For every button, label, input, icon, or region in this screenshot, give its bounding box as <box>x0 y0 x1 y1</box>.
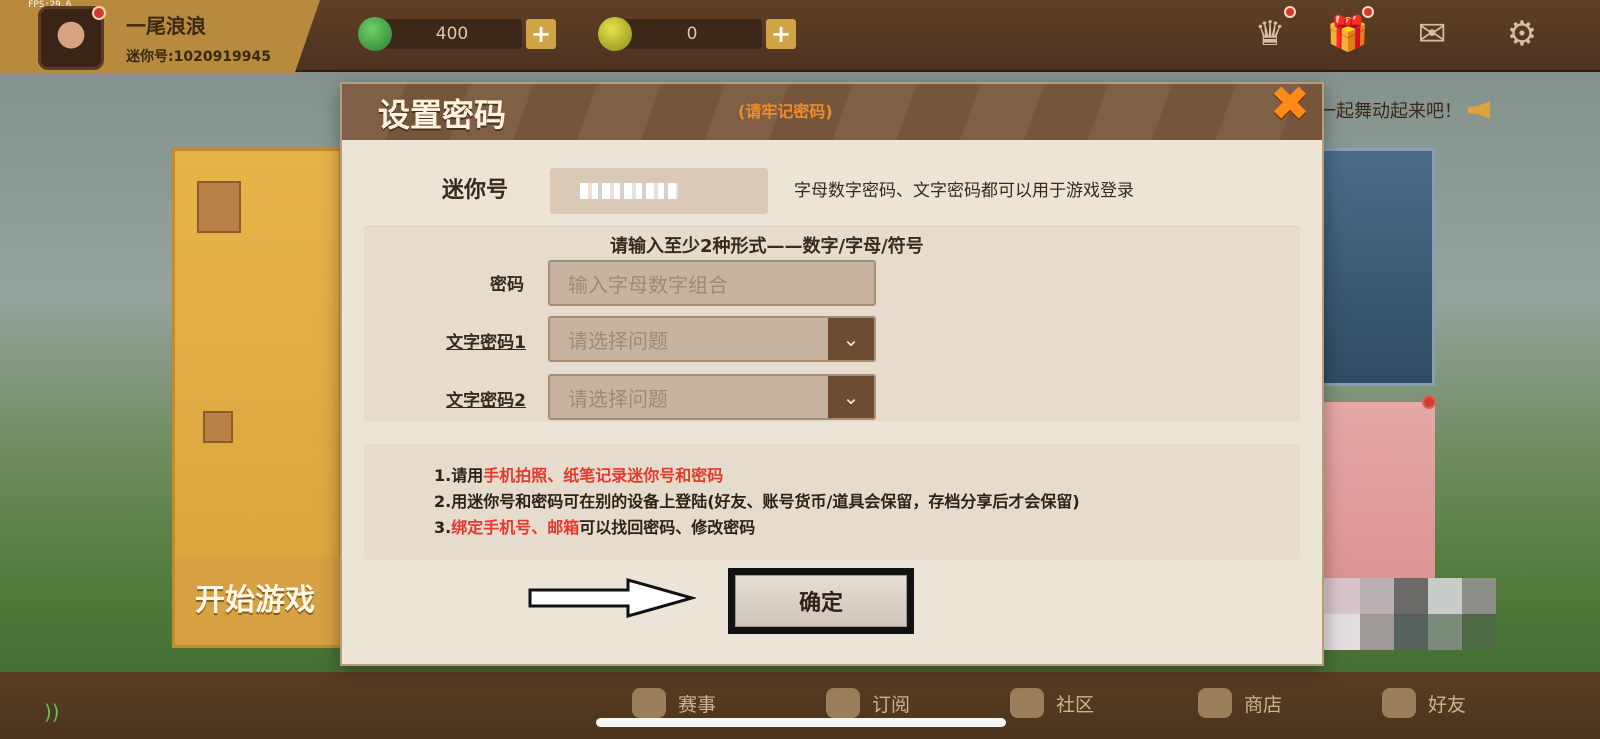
home-indicator[interactable] <box>596 718 1006 727</box>
chevron-down-icon[interactable]: ⌄ <box>828 376 874 418</box>
note-highlight: 绑定手机号、邮箱 <box>451 518 580 537</box>
note-3: 3.绑定手机号、邮箱可以找回密码、修改密码 <box>434 514 755 538</box>
nav-subscribe[interactable]: 订阅 <box>826 688 910 718</box>
announcement-marquee: 色一起舞动起来吧！ <box>1300 96 1490 124</box>
nav-community[interactable]: 社区 <box>1010 688 1094 718</box>
nav-friends[interactable]: 好友 <box>1382 688 1466 718</box>
select-value: 请选择问题 <box>568 328 668 353</box>
password-instruction: 请输入至少2种形式——数字/字母/符号 <box>610 236 924 257</box>
dialog-hint: (请牢记密码) <box>738 102 833 121</box>
crown-icon[interactable]: ♛ <box>1248 6 1296 56</box>
nav-label: 商店 <box>1244 693 1283 716</box>
star-icon <box>826 688 860 718</box>
note-1: 1.请用手机拍照、纸笔记录迷你号和密码 <box>434 462 723 486</box>
megaphone-icon <box>1468 101 1490 119</box>
gold-coin-icon <box>598 17 632 51</box>
note-text: 2.用迷你号和密码可在别的设备上登陆(好友、账号货币/道具会保留，存档分享后才会… <box>434 492 1080 511</box>
mini-id-field <box>550 168 768 214</box>
trophy-icon <box>632 688 666 718</box>
start-game-card[interactable]: 开始游戏 <box>172 148 345 648</box>
add-coins-button[interactable]: + <box>766 19 796 49</box>
set-password-dialog: 设置密码 (请牢记密码) ✖ 迷你号 字母数字密码、文字密码都可以用于游戏登录 … <box>340 76 1324 666</box>
text-password-1-select[interactable]: 请选择问题 ⌄ <box>548 316 876 362</box>
cart-icon <box>1198 688 1232 718</box>
community-icon <box>1010 688 1044 718</box>
block-decoration <box>197 181 241 233</box>
note-2: 2.用迷你号和密码可在别的设备上登陆(好友、账号货币/道具会保留，存档分享后才会… <box>434 488 1080 512</box>
password-input[interactable]: 输入字母数字组合 <box>548 260 876 306</box>
confirm-button[interactable]: 确定 <box>735 575 907 627</box>
masked-mini-id <box>580 183 678 199</box>
mail-icon[interactable]: ✉ <box>1410 12 1454 56</box>
coin-currency: 0 + <box>598 16 796 52</box>
select-value: 请选择问题 <box>568 386 668 411</box>
notification-dot <box>92 6 106 20</box>
gem-currency: 400 + <box>358 16 556 52</box>
confirm-button-frame: 确定 <box>728 568 914 634</box>
arrow-right-icon <box>528 578 696 618</box>
mini-id-note: 字母数字密码、文字密码都可以用于游戏登录 <box>794 181 1134 201</box>
note-text: 3. <box>434 518 452 537</box>
nav-label: 赛事 <box>678 693 717 716</box>
notification-dot <box>1362 6 1374 18</box>
nav-events[interactable]: 赛事 <box>632 688 716 718</box>
mini-id: 迷你号:1020919945 <box>126 49 272 65</box>
password-label: 密码 <box>490 275 524 295</box>
add-gems-button[interactable]: + <box>526 19 556 49</box>
nav-shop[interactable]: 商店 <box>1198 688 1282 718</box>
gift-icon[interactable]: 🎁 <box>1326 6 1374 56</box>
gear-icon[interactable]: ⚙ <box>1500 12 1544 56</box>
text-password-2-select[interactable]: 请选择问题 ⌄ <box>548 374 876 420</box>
notification-dot <box>1422 395 1436 409</box>
nav-label: 好友 <box>1428 693 1467 716</box>
nav-label: 社区 <box>1056 693 1095 716</box>
note-text: 1.请用 <box>434 466 484 485</box>
notification-dot <box>1284 6 1296 18</box>
bottom-nav-bar <box>0 672 1600 739</box>
block-decoration <box>203 411 233 443</box>
coin-count: 0 <box>622 19 762 49</box>
start-game-label: 开始游戏 <box>175 557 345 645</box>
nav-label: 订阅 <box>872 693 911 716</box>
gem-count: 400 <box>382 19 522 49</box>
marquee-text: 色一起舞动起来吧！ <box>1300 101 1462 122</box>
friends-icon <box>1382 688 1416 718</box>
note-highlight: 手机拍照、纸笔记录迷你号和密码 <box>483 466 724 485</box>
green-gem-icon <box>358 17 392 51</box>
note-text: 可以找回密码、修改密码 <box>579 518 756 537</box>
close-button[interactable]: ✖ <box>1268 76 1312 132</box>
mini-id-label: 迷你号 <box>442 178 509 203</box>
chevron-down-icon[interactable]: ⌄ <box>828 318 874 360</box>
signal-icon: )) <box>44 700 60 724</box>
text-password-2-label: 文字密码2 <box>446 391 526 411</box>
dialog-title: 设置密码 <box>378 96 507 134</box>
username: 一尾浪浪 <box>126 14 206 38</box>
text-password-1-label: 文字密码1 <box>446 333 526 353</box>
